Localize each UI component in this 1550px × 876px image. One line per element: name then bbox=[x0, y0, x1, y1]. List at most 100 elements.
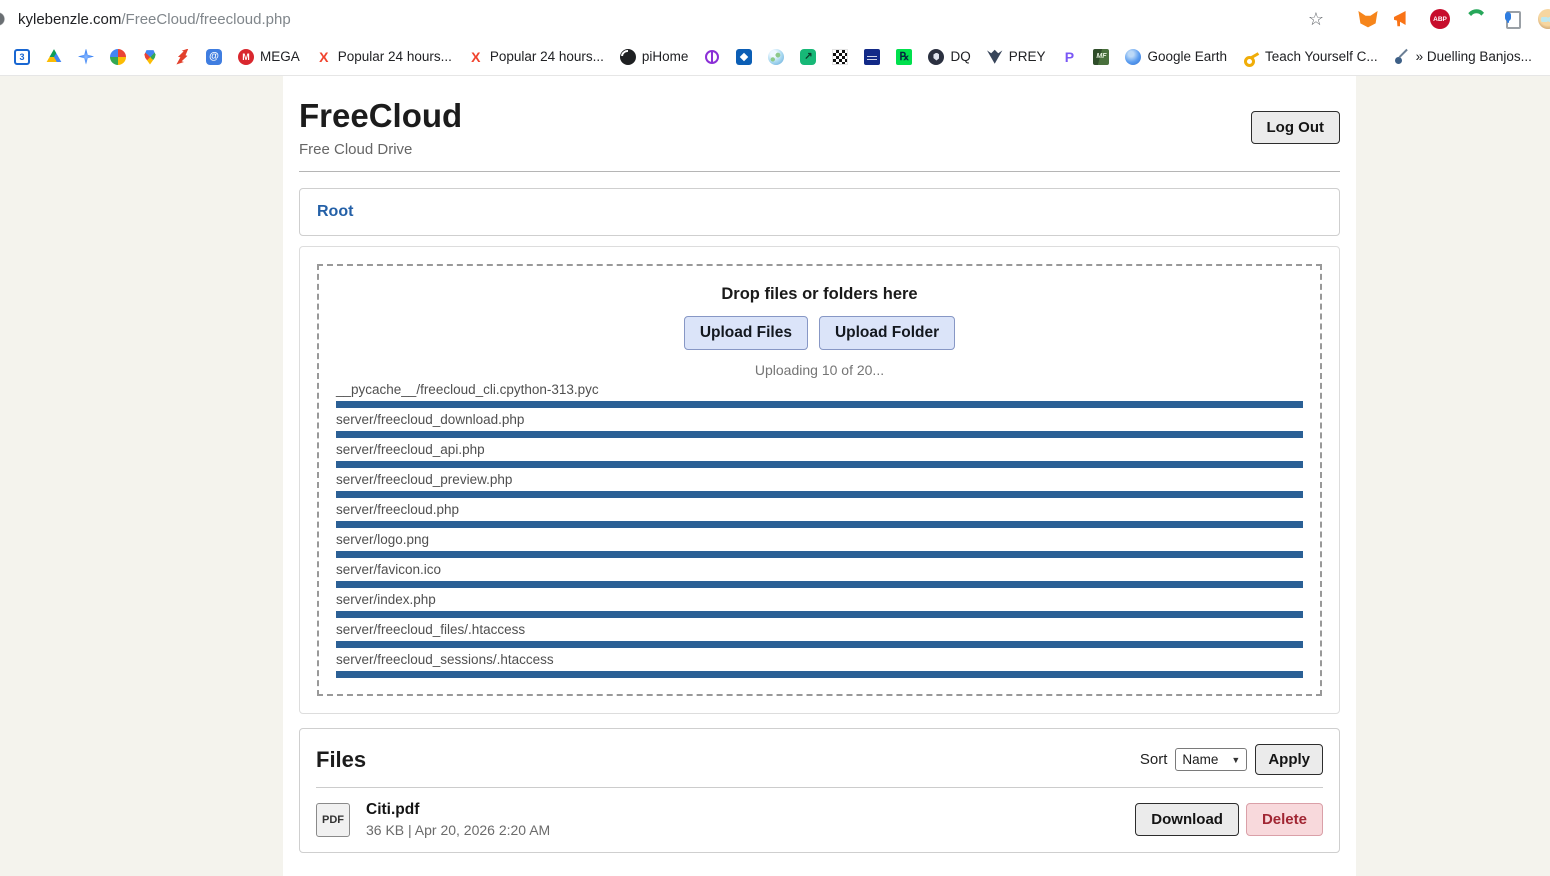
upload-status: Uploading 10 of 20... bbox=[336, 362, 1303, 378]
url-host: kylebenzle.com bbox=[18, 11, 121, 28]
bookmark-item[interactable] bbox=[1061, 49, 1077, 65]
upload-item: server/freecloud_sessions/.htaccess bbox=[336, 652, 1303, 678]
p-purple-icon bbox=[1061, 49, 1077, 65]
bookmark-item[interactable] bbox=[800, 49, 816, 65]
bookmark-item[interactable] bbox=[864, 49, 880, 65]
google-voice-icon[interactable] bbox=[1466, 9, 1486, 29]
bookmark-item[interactable] bbox=[704, 49, 720, 65]
upload-filename: server/freecloud_sessions/.htaccess bbox=[336, 652, 1303, 668]
upload-list: __pycache__/freecloud_cli.cpython-313.py… bbox=[336, 382, 1303, 678]
download-button[interactable]: Download bbox=[1135, 803, 1239, 836]
progress-fill bbox=[336, 461, 1303, 468]
dropzone[interactable]: Drop files or folders here Upload Files … bbox=[317, 264, 1322, 696]
progress-fill bbox=[336, 671, 1303, 678]
bookmarks-bar: MEGA Popular 24 hours... Popular 24 hour… bbox=[0, 38, 1550, 76]
bookmark-item[interactable] bbox=[896, 49, 912, 65]
page-title: FreeCloud bbox=[299, 97, 462, 135]
upload-item: server/freecloud_files/.htaccess bbox=[336, 622, 1303, 648]
bookmark-item[interactable]: PREY bbox=[987, 49, 1046, 65]
url-bar[interactable]: kylebenzle.com/FreeCloud/freecloud.php ☆… bbox=[0, 0, 1550, 38]
bookmark-item[interactable] bbox=[736, 49, 752, 65]
upload-item: server/freecloud_download.php bbox=[336, 412, 1303, 438]
chase-icon bbox=[736, 49, 752, 65]
upload-filename: server/freecloud_download.php bbox=[336, 412, 1303, 428]
upload-files-button[interactable]: Upload Files bbox=[684, 316, 808, 350]
progress-track bbox=[336, 521, 1303, 528]
address-url[interactable]: kylebenzle.com/FreeCloud/freecloud.php bbox=[18, 11, 291, 28]
bookmark-item[interactable] bbox=[832, 49, 848, 65]
progress-fill bbox=[336, 521, 1303, 528]
upload-item: server/index.php bbox=[336, 592, 1303, 618]
files-panel: Files Sort Name ▼ Apply PDF Citi.pdf 36 … bbox=[299, 728, 1340, 853]
url-path: /FreeCloud/freecloud.php bbox=[121, 11, 290, 28]
files-list: PDF Citi.pdf 36 KB | Apr 20, 2026 2:20 A… bbox=[316, 801, 1323, 838]
megaphone-icon[interactable] bbox=[1394, 9, 1414, 29]
sort-selected-value: Name bbox=[1182, 752, 1218, 767]
bookmark-item[interactable]: Teach Yourself C... bbox=[1243, 49, 1378, 65]
upload-filename: server/freecloud_files/.htaccess bbox=[336, 622, 1303, 638]
bookmark-label: piHome bbox=[642, 49, 689, 64]
bookmark-item[interactable] bbox=[1093, 49, 1109, 65]
at-sign-icon bbox=[206, 49, 222, 65]
mf-green-icon bbox=[1093, 49, 1109, 65]
bookmark-item[interactable]: DQ bbox=[928, 49, 970, 65]
metamask-icon[interactable] bbox=[1358, 9, 1378, 29]
profile-avatar-icon[interactable] bbox=[1538, 9, 1550, 29]
bookmark-label: Popular 24 hours... bbox=[490, 49, 604, 64]
mic-capture-icon[interactable] bbox=[1502, 9, 1522, 29]
bookmark-item[interactable]: Google Earth bbox=[1125, 49, 1227, 65]
logout-button[interactable]: Log Out bbox=[1251, 111, 1340, 144]
dark-globe-icon bbox=[620, 49, 636, 65]
sort-select[interactable]: Name ▼ bbox=[1175, 748, 1247, 771]
upload-filename: __pycache__/freecloud_cli.cpython-313.py… bbox=[336, 382, 1303, 398]
adblock-plus-icon[interactable]: ABP bbox=[1430, 9, 1450, 29]
bookmark-item[interactable]: Popular 24 hours... bbox=[316, 49, 452, 65]
banjo-icon bbox=[1394, 49, 1410, 65]
delete-button[interactable]: Delete bbox=[1246, 803, 1323, 836]
x-red-icon bbox=[468, 49, 484, 65]
progress-track bbox=[336, 671, 1303, 678]
prey-icon bbox=[987, 49, 1003, 65]
title-block: FreeCloud Free Cloud Drive bbox=[299, 97, 462, 158]
breadcrumb: Root bbox=[299, 188, 1340, 236]
progress-track bbox=[336, 581, 1303, 588]
breadcrumb-root-link[interactable]: Root bbox=[317, 203, 353, 220]
upload-item: server/freecloud_api.php bbox=[336, 442, 1303, 468]
bookmark-item[interactable] bbox=[142, 49, 158, 65]
bookmark-item[interactable]: » Duelling Banjos... bbox=[1394, 49, 1532, 65]
bookmark-item[interactable]: piHome bbox=[620, 49, 689, 65]
bookmark-label: Teach Yourself C... bbox=[1265, 49, 1378, 64]
red-bird-icon bbox=[174, 49, 190, 65]
bookmark-item[interactable]: Popular 24 hours... bbox=[468, 49, 604, 65]
globe-icon bbox=[768, 49, 784, 65]
bookmark-item[interactable] bbox=[78, 49, 94, 65]
progress-fill bbox=[336, 581, 1303, 588]
progress-track bbox=[336, 431, 1303, 438]
progress-track bbox=[336, 611, 1303, 618]
upload-folder-button[interactable]: Upload Folder bbox=[819, 316, 955, 350]
upload-filename: server/freecloud.php bbox=[336, 502, 1303, 518]
bookmark-star-icon[interactable]: ☆ bbox=[1306, 9, 1326, 29]
file-info: Citi.pdf 36 KB | Apr 20, 2026 2:20 AM bbox=[366, 801, 550, 838]
upload-item: server/favicon.ico bbox=[336, 562, 1303, 588]
bookmark-label: Google Earth bbox=[1147, 49, 1227, 64]
progress-track bbox=[336, 491, 1303, 498]
apply-button[interactable]: Apply bbox=[1255, 744, 1323, 775]
file-meta: 36 KB | Apr 20, 2026 2:20 AM bbox=[366, 822, 550, 838]
bookmark-item[interactable] bbox=[46, 49, 62, 65]
upload-filename: server/freecloud_api.php bbox=[336, 442, 1303, 458]
bookmark-item[interactable] bbox=[768, 49, 784, 65]
bookmark-item[interactable] bbox=[174, 49, 190, 65]
rx-green-icon bbox=[896, 49, 912, 65]
bookmark-item[interactable] bbox=[110, 49, 126, 65]
yellow-key-icon bbox=[1243, 49, 1259, 65]
mega-icon bbox=[238, 49, 254, 65]
sort-controls: Sort Name ▼ Apply bbox=[1140, 744, 1323, 775]
upload-panel: Drop files or folders here Upload Files … bbox=[299, 246, 1340, 714]
bookmark-label: PREY bbox=[1009, 49, 1046, 64]
bookmark-label: MEGA bbox=[260, 49, 300, 64]
file-actions: Download Delete bbox=[1135, 803, 1323, 836]
bookmark-item[interactable] bbox=[206, 49, 222, 65]
bookmark-item[interactable] bbox=[14, 49, 30, 65]
bookmark-item[interactable]: MEGA bbox=[238, 49, 300, 65]
